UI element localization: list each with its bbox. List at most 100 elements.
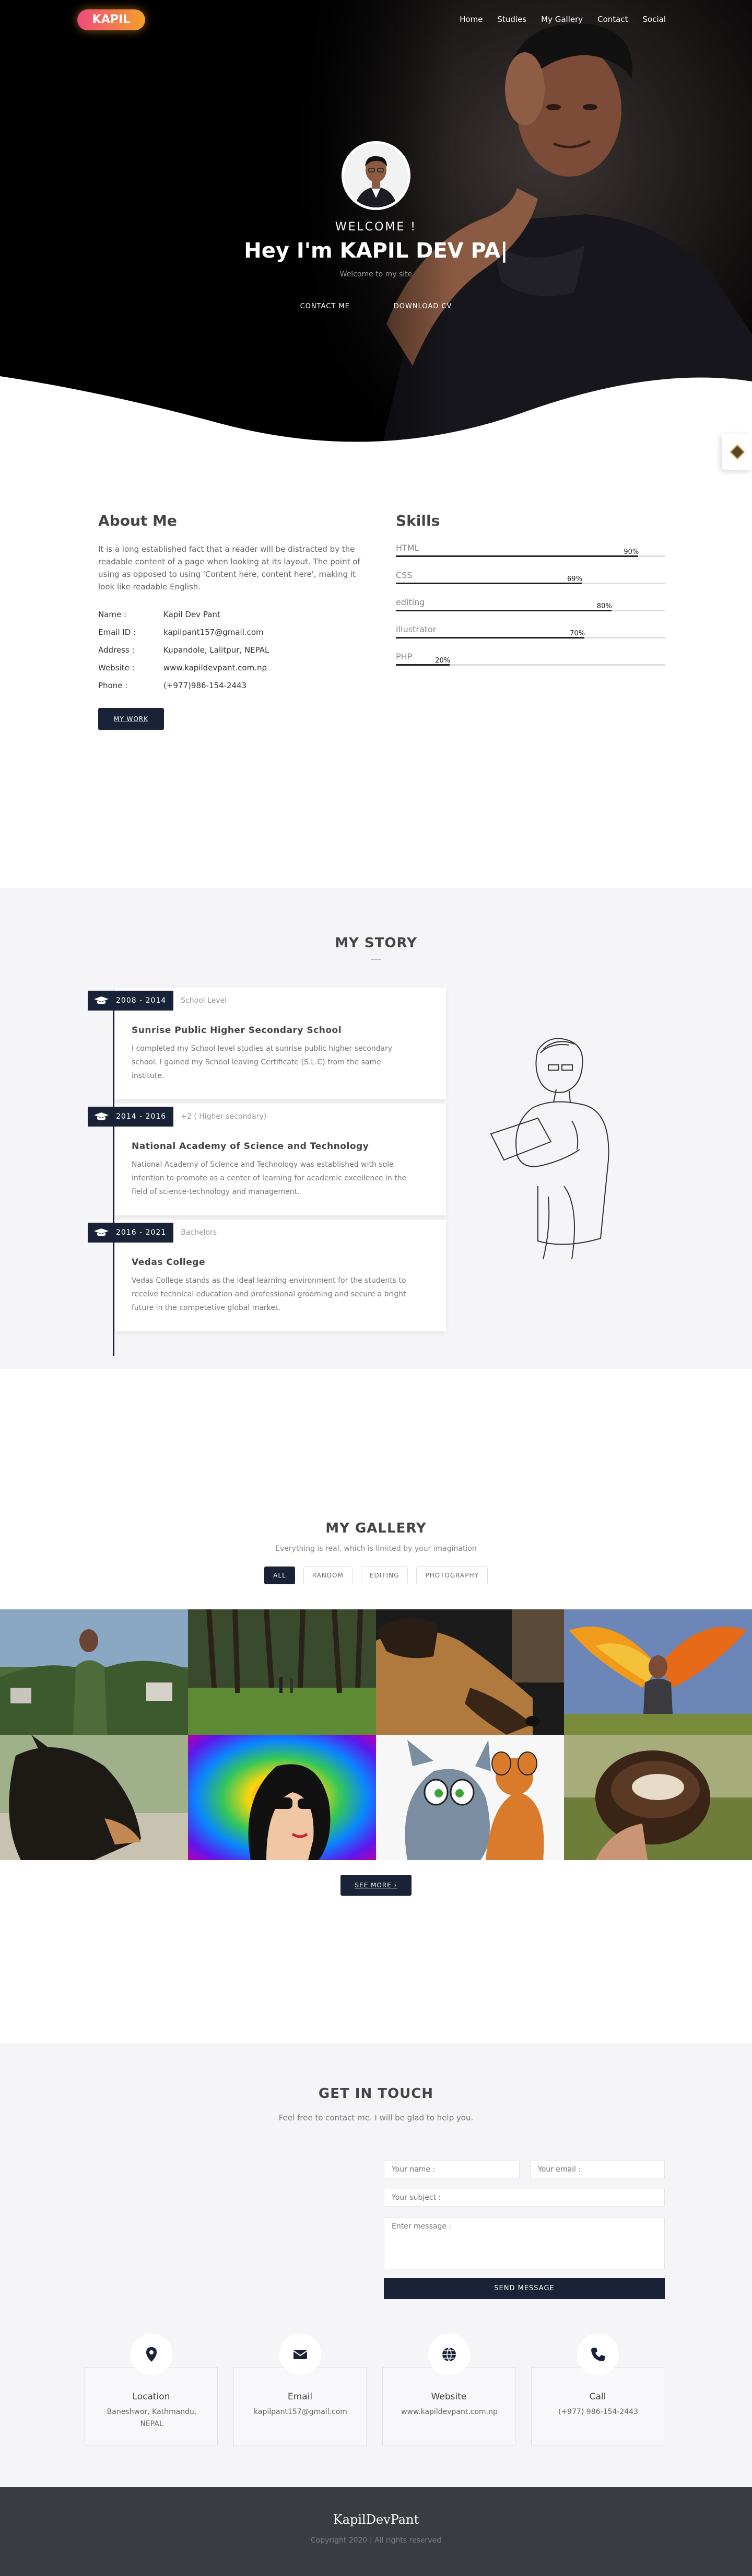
nav-studies[interactable]: Studies [497, 15, 526, 24]
timeline-title: National Academy of Science and Technolo… [132, 1141, 369, 1152]
about-section: About Me It is a long established fact t… [0, 449, 752, 888]
gallery-image[interactable] [564, 1609, 752, 1735]
filter-random[interactable]: RANDOM [303, 1567, 352, 1584]
graduation-cap-icon [94, 1228, 109, 1236]
skill-fill-bar [396, 555, 639, 557]
timeline-desc: National Academy of Science and Technolo… [132, 1161, 407, 1196]
globe-icon [442, 2347, 456, 2362]
send-message-button[interactable]: SEND MESSAGE [384, 2278, 665, 2299]
skill-html: HTML 90% [396, 543, 667, 570]
contact-me-button[interactable]: CONTACT ME [294, 299, 356, 314]
diamond-icon [730, 444, 745, 460]
nav-contact[interactable]: Contact [597, 15, 628, 24]
skill-fill-bar [396, 637, 585, 639]
card-label: Call [589, 2392, 606, 2402]
skill-name: Illustrator [396, 624, 437, 634]
about-me-column: About Me It is a long established fact t… [98, 512, 370, 730]
info-row-email: Email ID : kapilpant157@gmail.com [98, 623, 370, 641]
hero-welcome: WELCOME ! [335, 221, 417, 234]
nav-links: Home Studies My Gallery Contact Social [460, 15, 666, 24]
my-work-button[interactable]: MY WORK [98, 708, 164, 730]
about-text: It is a long established fact that a rea… [98, 544, 360, 591]
card-value[interactable]: www.kapildevpant.com.np [393, 2406, 506, 2418]
gallery-subtitle: Everything is real, which is limited by … [275, 1545, 477, 1553]
skills-heading: Skills [396, 512, 440, 529]
info-row-name: Name : Kapil Dev Pant [98, 606, 370, 623]
gallery-filters: ALL RANDOM EDITING PHOTOGRAPHY [0, 1567, 752, 1584]
skill-percent: 20% [435, 657, 451, 665]
graduation-cap-icon [94, 1112, 109, 1120]
info-value: (+977)986-154-2443 [163, 681, 247, 690]
profile-avatar [342, 141, 410, 210]
email-input[interactable] [530, 2161, 665, 2178]
card-value[interactable]: kapilpant157@gmail.com [244, 2406, 357, 2418]
nav-home[interactable]: Home [460, 15, 483, 24]
info-key: Address : [98, 645, 135, 655]
hero-subtitle: Welcome to my site [339, 270, 413, 279]
nav-gallery[interactable]: My Gallery [541, 15, 583, 24]
top-navbar: KAPIL Home Studies My Gallery Contact So… [0, 0, 752, 41]
gallery-image[interactable] [0, 1735, 188, 1860]
gallery-image[interactable] [564, 1735, 752, 1860]
contact-card-email: Email kapilpant157@gmail.com [233, 2367, 367, 2445]
info-row-phone: Phone : (+977)986-154-2443 [98, 677, 370, 694]
gallery-image[interactable] [376, 1609, 564, 1735]
timeline-level: School Level [181, 996, 227, 1005]
info-value: kapilpant157@gmail.com [163, 628, 264, 637]
footer-copyright: Copyright 2020 | All rights reserved [310, 2536, 442, 2545]
skills-column: Skills HTML 90% CSS 69% editing 80% Illu… [396, 512, 667, 679]
gallery-title: MY GALLERY [325, 1521, 427, 1536]
timeline-years: 2016 - 2021 [116, 1228, 167, 1237]
info-row-website: Website : www.kapildevpant.com.np [98, 659, 370, 677]
gallery-image[interactable] [376, 1735, 564, 1860]
personal-info: Name : Kapil Dev Pant Email ID : kapilpant… [98, 606, 370, 694]
phone-icon [591, 2348, 605, 2361]
contact-card-location: Location Baneshwor, Kathmandu, NEPAL [85, 2367, 218, 2445]
skills-list: HTML 90% CSS 69% editing 80% Illustrator… [396, 543, 667, 679]
map-pin-icon [146, 2347, 157, 2362]
info-value: Kupandole, Lalitpur, NEPAL [163, 645, 269, 655]
info-value: www.kapildevpant.com.np [163, 663, 267, 672]
info-key: Phone : [98, 681, 128, 690]
hero-wave-divider [0, 376, 752, 449]
timeline-level: Bachelors [181, 1228, 217, 1237]
gallery-image[interactable] [188, 1609, 376, 1735]
filter-photography[interactable]: PHOTOGRAPHY [416, 1567, 488, 1584]
skill-track: 70% [396, 630, 665, 639]
site-logo[interactable]: KAPIL [77, 9, 145, 30]
reading-man-sketch [490, 1038, 609, 1260]
phone-icon-circle [577, 2334, 619, 2375]
story-section: MY STORY Sunrise Public Higher Secondary… [0, 888, 752, 1369]
skill-track: 69% [396, 575, 665, 584]
gallery-section: MY GALLERY Everything is real, which is … [0, 1369, 752, 2043]
card-value[interactable]: (+977) 986-154-2443 [542, 2406, 654, 2418]
name-input[interactable] [384, 2161, 520, 2178]
contact-card-website: Website www.kapildevpant.com.np [382, 2367, 515, 2445]
skill-track: 80% [396, 602, 665, 611]
title-divider [371, 959, 381, 960]
skill-illustrator: Illustrator 70% [396, 624, 667, 652]
timeline-desc: I completed my School level studies at s… [132, 1045, 393, 1080]
site-footer: KapilDevPant Copyright 2020 | All rights… [0, 2487, 752, 2576]
email-icon-circle [279, 2334, 321, 2375]
filter-all[interactable]: ALL [264, 1567, 295, 1584]
info-row-address: Address : Kupandole, Lalitpur, NEPAL [98, 641, 370, 659]
gallery-image[interactable] [0, 1609, 188, 1735]
subject-input[interactable] [384, 2189, 665, 2207]
skill-percent: 90% [624, 548, 639, 556]
footer-brand: KapilDevPant [333, 2512, 419, 2527]
see-more-button[interactable]: SEE MORE › [340, 1875, 412, 1896]
nav-social[interactable]: Social [643, 15, 666, 24]
skill-editing: editing 80% [396, 597, 667, 624]
gallery-image[interactable] [188, 1735, 376, 1860]
info-key: Name : [98, 610, 127, 619]
skill-name: CSS [396, 570, 413, 580]
timeline-badge: 2014 - 2016 +2 ( Higher secondary) [88, 1107, 266, 1127]
timeline-title: Sunrise Public Higher Secondary School [132, 1025, 342, 1036]
floating-settings-toggle[interactable] [722, 434, 752, 470]
message-textarea[interactable] [384, 2217, 665, 2269]
filter-editing[interactable]: EDITING [360, 1567, 408, 1584]
download-cv-button[interactable]: DOWNLOAD CV [387, 299, 459, 314]
envelope-icon [293, 2350, 308, 2359]
skill-percent: 70% [570, 630, 585, 637]
